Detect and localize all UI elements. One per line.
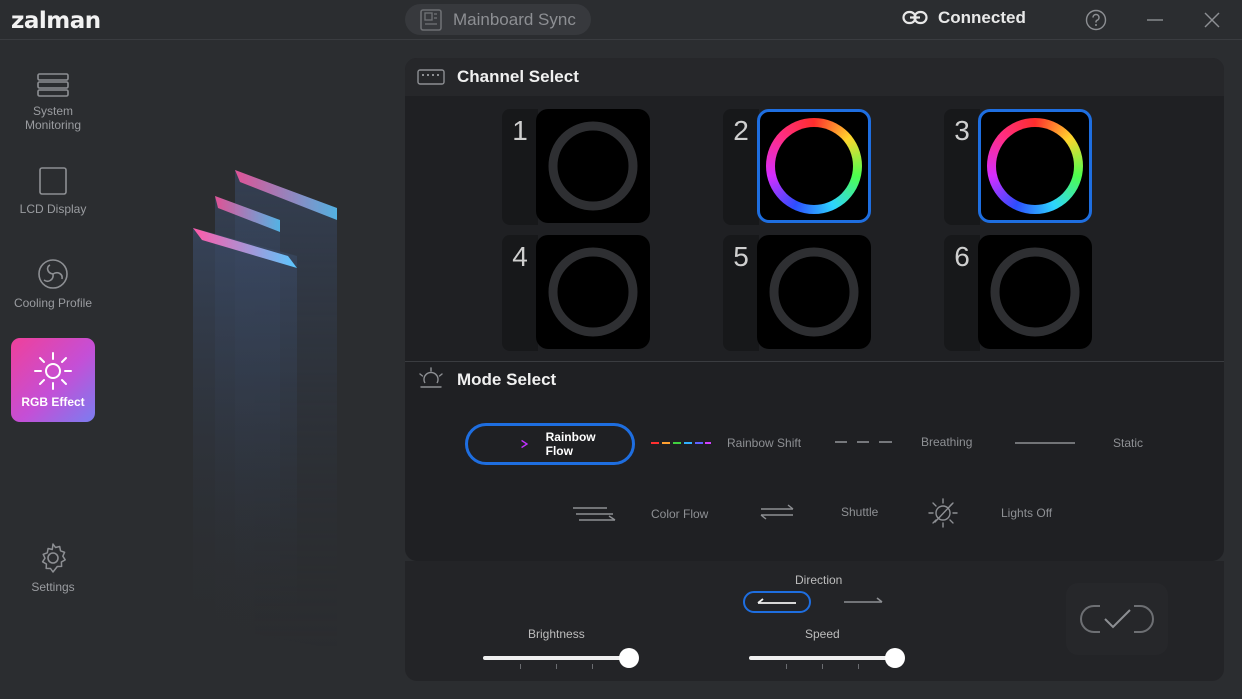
arrow-left-icon [757, 598, 796, 604]
channel-number: 5 [723, 235, 759, 351]
speed-slider-thumb[interactable] [885, 648, 905, 668]
solid-line-icon [1015, 442, 1075, 444]
mode-label: Color Flow [651, 507, 709, 521]
mode-shuttle[interactable]: Shuttle [759, 504, 878, 520]
mode-label: Rainbow Flow [545, 430, 596, 458]
sun-icon [34, 352, 72, 390]
minimize-icon[interactable] [1144, 9, 1166, 31]
channel-tile [536, 235, 650, 349]
server-icon [37, 73, 69, 97]
speed-label: Speed [805, 627, 840, 641]
ram-module-icon [417, 69, 445, 85]
channel-number: 3 [944, 109, 980, 225]
fan-icon [38, 259, 68, 289]
sidebar-item-cooling-profile[interactable]: Cooling Profile [11, 258, 95, 310]
mainboard-sync-button[interactable]: Mainboard Sync [405, 4, 591, 35]
sidebar-item-lcd-display[interactable]: LCD Display [11, 166, 95, 216]
fan-ring-icon [548, 247, 638, 337]
sidebar-item-rgb-effect[interactable]: RGB Effect [11, 338, 95, 422]
mode-static[interactable]: Static [1015, 436, 1143, 450]
link-icon [902, 10, 928, 25]
mode-rainbow-shift[interactable]: Rainbow Shift [651, 436, 801, 450]
fan-ring-icon [769, 247, 859, 337]
dashed-line-icon [835, 441, 892, 443]
channel-select-header: Channel Select [405, 58, 579, 96]
mainboard-sync-label: Mainboard Sync [453, 9, 576, 29]
channel-tile [757, 109, 871, 223]
mode-label: Shuttle [841, 505, 879, 519]
mode-label: Breathing [921, 435, 973, 449]
rgb-panel: Channel Select 1 2 3 4 5 6 Mode Select R… [405, 58, 1224, 561]
ram-illustration [192, 170, 338, 650]
rainbow-ring-icon [766, 118, 862, 214]
rainbow-dashes-icon [651, 442, 711, 444]
help-icon[interactable] [1085, 9, 1107, 31]
triple-arrow-icon [573, 507, 616, 521]
channel-4[interactable]: 4 [502, 235, 652, 351]
mode-select-header: Mode Select [405, 361, 556, 399]
mode-label: Lights Off [1001, 506, 1053, 520]
app-logo: zalman [11, 8, 101, 34]
fan-ring-icon [990, 247, 1080, 337]
light-off-icon [928, 498, 958, 528]
mode-lights-off[interactable]: Lights Off [927, 497, 1052, 529]
channel-number: 1 [502, 109, 538, 225]
gear-icon [41, 543, 66, 573]
channel-number: 6 [944, 235, 980, 351]
direction-left-button[interactable] [743, 591, 811, 613]
title-bar: zalman Mainboard Sync Connected [0, 0, 1242, 40]
sidebar-item-settings[interactable]: Settings [11, 542, 95, 594]
sidebar-item-label: Cooling Profile [13, 296, 93, 310]
square-icon [39, 167, 67, 195]
rainbow-arrow-icon [475, 439, 529, 449]
rainbow-ring-icon [987, 118, 1083, 214]
sidebar-item-label: System Monitoring [24, 104, 82, 132]
check-toggle-icon [1080, 605, 1154, 633]
sidebar-item-label: Settings [31, 580, 75, 594]
channel-3[interactable]: 3 [944, 109, 1094, 225]
mode-label: Static [1113, 436, 1144, 450]
sidebar-item-label: LCD Display [19, 202, 87, 216]
mode-rainbow-flow[interactable]: Rainbow Flow [465, 423, 635, 465]
brightness-label: Brightness [528, 627, 585, 641]
brightness-slider-thumb[interactable] [619, 648, 639, 668]
brightness-icon [419, 367, 443, 388]
channel-number: 2 [723, 109, 759, 225]
swap-arrows-icon [760, 504, 794, 520]
channel-1[interactable]: 1 [502, 109, 652, 225]
close-icon[interactable] [1201, 9, 1223, 31]
channel-5[interactable]: 5 [723, 235, 873, 351]
channel-number: 4 [502, 235, 538, 351]
mode-color-flow[interactable]: Color Flow [573, 505, 708, 523]
sidebar-item-system-monitoring[interactable]: System Monitoring [11, 72, 95, 132]
channel-tile [536, 109, 650, 223]
channel-tile [757, 235, 871, 349]
app-window: zalman Mainboard Sync Connected System M… [0, 0, 1242, 699]
fan-ring-icon [548, 121, 638, 211]
channel-tile [978, 109, 1092, 223]
apply-button[interactable] [1066, 583, 1168, 655]
channel-6[interactable]: 6 [944, 235, 1094, 351]
connection-status-text: Connected [938, 8, 1026, 27]
channel-2[interactable]: 2 [723, 109, 873, 225]
channel-tile [978, 235, 1092, 349]
mode-label: Rainbow Shift [727, 436, 802, 450]
mode-breathing[interactable]: Breathing [835, 435, 972, 449]
arrow-right-icon[interactable] [842, 596, 884, 606]
sidebar-item-label: RGB Effect [21, 395, 85, 409]
brightness-slider[interactable] [483, 648, 639, 669]
motherboard-icon [420, 8, 442, 31]
mode-select-title: Mode Select [457, 370, 557, 389]
speed-slider[interactable] [749, 648, 905, 669]
channel-select-title: Channel Select [457, 67, 579, 86]
connection-status: Connected [902, 8, 1026, 28]
direction-label: Direction [795, 573, 843, 587]
